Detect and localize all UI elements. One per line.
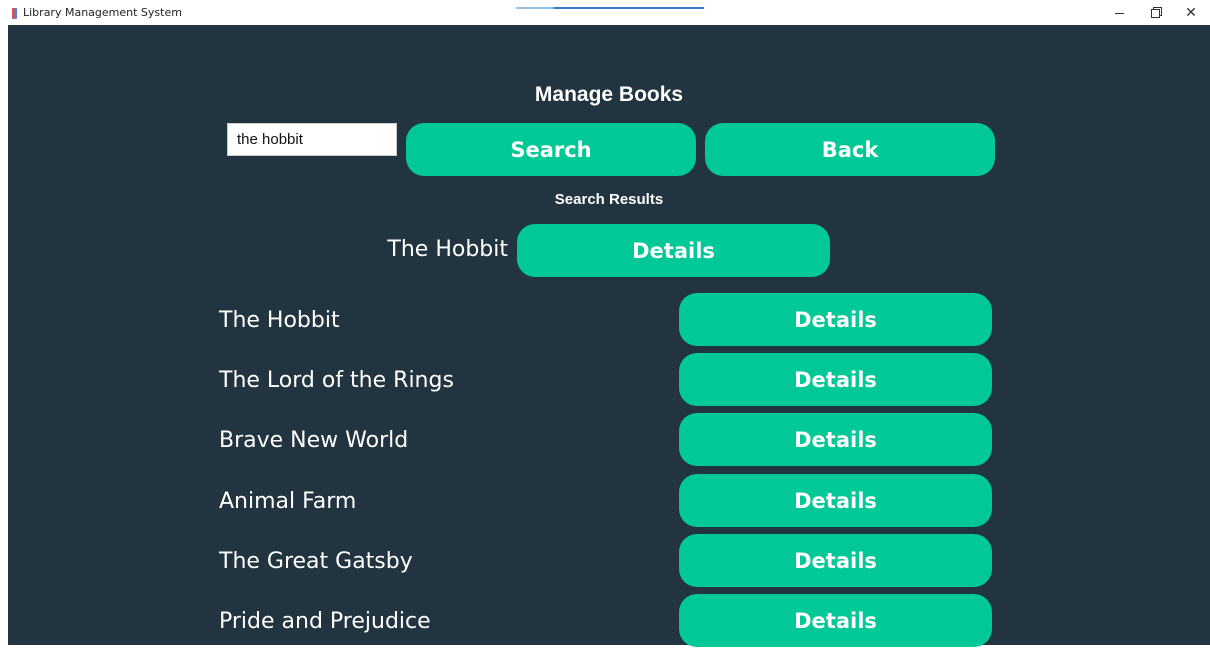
book-title: The Hobbit xyxy=(219,308,340,333)
book-title: The Lord of the Rings xyxy=(219,368,454,393)
maximize-icon[interactable] xyxy=(1145,4,1165,22)
list-item: The Lord of the Rings Details xyxy=(8,353,1210,407)
back-button[interactable]: Back xyxy=(705,123,995,176)
window-title: Library Management System xyxy=(23,6,182,19)
minimize-icon[interactable] xyxy=(1109,4,1129,22)
list-item: Pride and Prejudice Details xyxy=(8,594,1210,648)
details-button[interactable]: Details xyxy=(679,413,992,466)
book-title: The Great Gatsby xyxy=(219,549,413,574)
details-button[interactable]: Details xyxy=(679,293,992,346)
search-result-details-button[interactable]: Details xyxy=(517,224,830,277)
details-button[interactable]: Details xyxy=(679,534,992,587)
list-item: The Hobbit Details xyxy=(8,293,1210,347)
focus-indicator xyxy=(516,7,704,9)
search-input[interactable] xyxy=(227,123,397,156)
book-title: Animal Farm xyxy=(219,489,357,514)
window-titlebar: Library Management System ✕ xyxy=(0,0,1210,25)
book-title: Pride and Prejudice xyxy=(219,609,431,634)
page-title: Manage Books xyxy=(534,83,684,106)
app-book-icon xyxy=(12,8,17,19)
search-results-heading: Search Results xyxy=(554,191,664,208)
details-button[interactable]: Details xyxy=(679,353,992,406)
list-item: Animal Farm Details xyxy=(8,474,1210,528)
details-button[interactable]: Details xyxy=(679,474,992,527)
book-title: Brave New World xyxy=(219,428,409,453)
main-canvas: Manage Books Search Back Search Results … xyxy=(8,25,1210,648)
close-icon[interactable]: ✕ xyxy=(1181,4,1201,22)
list-item: The Great Gatsby Details xyxy=(8,534,1210,588)
search-button[interactable]: Search xyxy=(406,123,696,176)
list-item: Brave New World Details xyxy=(8,413,1210,467)
search-result-title: The Hobbit xyxy=(387,237,508,262)
details-button[interactable]: Details xyxy=(679,594,992,647)
